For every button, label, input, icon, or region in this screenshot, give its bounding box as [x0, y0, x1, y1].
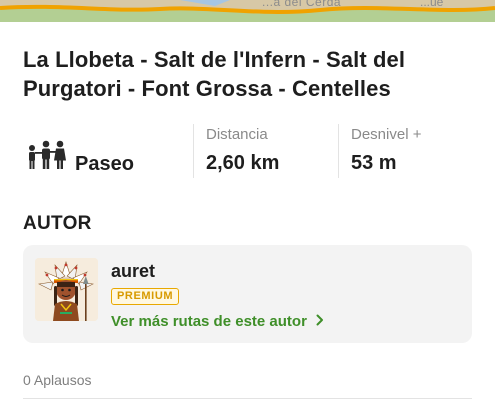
stat-divider: [338, 124, 339, 178]
family-walk-icon: [25, 140, 67, 175]
distance-label: Distancia: [206, 126, 268, 143]
map-place-label: ...a del Cerdà: [262, 0, 342, 9]
elevation-label: Desnivel +: [351, 126, 422, 143]
elevation-value: 53 m: [351, 152, 397, 174]
route-stats: Paseo Distancia 2,60 km Desnivel + 53 m: [0, 120, 495, 182]
stat-divider: [193, 124, 194, 178]
divider: [23, 398, 472, 399]
activity-type: Paseo: [75, 153, 134, 175]
premium-badge: PREMIUM: [111, 288, 180, 305]
route-title: La Llobeta - Salt de l'Infern - Salt del…: [23, 45, 478, 103]
author-name[interactable]: auret: [111, 261, 155, 282]
route-title-line-1: La Llobeta - Salt de l'Infern - Salt del: [23, 47, 406, 72]
more-routes-link[interactable]: Ver más rutas de este autor: [111, 313, 324, 330]
chevron-right-icon: [316, 313, 324, 330]
author-card[interactable]: auret PREMIUM Ver más rutas de este auto…: [23, 245, 472, 343]
route-title-line-2: Purgatori - Font Grossa - Centelles: [23, 76, 391, 101]
route-map-preview[interactable]: ...a del Cerdà ...ue: [0, 0, 495, 22]
applause-count[interactable]: 0 Aplausos: [23, 372, 92, 388]
map-place-label-2: ...ue: [420, 0, 444, 9]
distance-value: 2,60 km: [206, 152, 280, 174]
author-section-title: AUTOR: [23, 213, 92, 234]
more-routes-label: Ver más rutas de este autor: [111, 313, 307, 330]
chief-avatar-icon[interactable]: [35, 258, 98, 321]
